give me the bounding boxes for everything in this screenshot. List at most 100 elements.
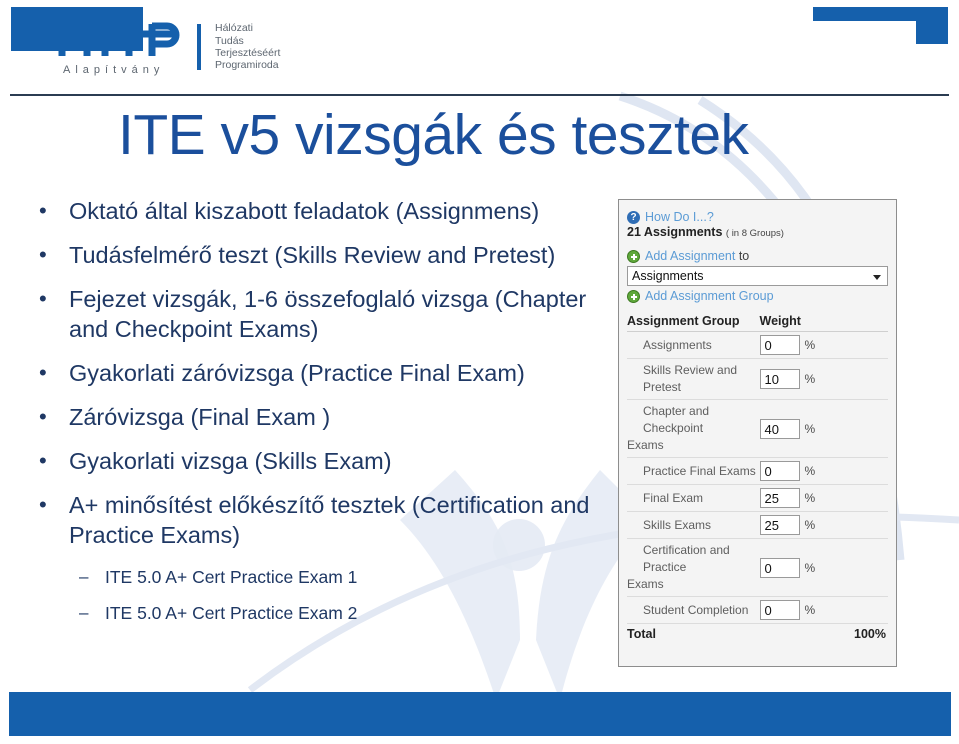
percent-symbol: %	[804, 518, 816, 532]
bullet-marker: •	[39, 242, 47, 267]
percent-symbol: %	[804, 560, 816, 575]
assignments-count-value: 21 Assignments	[627, 225, 723, 239]
bullet-marker: –	[79, 567, 89, 586]
row-weight: 0%	[757, 596, 888, 624]
add-assignment-suffix: to	[735, 249, 750, 263]
table-row: Practice Final Exams 0%	[627, 457, 888, 485]
http-glyph-icon	[58, 22, 180, 56]
table-row: Final Exam 25%	[627, 484, 888, 512]
header-divider-rule	[10, 94, 949, 96]
percent-symbol: %	[804, 491, 816, 505]
logo-subtitle: Alapítvány	[63, 64, 165, 76]
list-item-label: Záróvizsga (Final Exam )	[69, 404, 331, 430]
percent-symbol: %	[804, 603, 816, 617]
row-weight: 40%	[757, 399, 888, 458]
list-item-label: Oktató által kiszabott feladatok (Assign…	[69, 198, 540, 224]
list-item-label: ITE 5.0 A+ Cert Practice Exam 2	[105, 603, 358, 623]
weight-input[interactable]: 0	[759, 557, 800, 578]
list-item-label: A+ minősítést előkészítő tesztek (Certif…	[69, 492, 590, 548]
list-item-label: ITE 5.0 A+ Cert Practice Exam 1	[105, 567, 358, 587]
list-item: • Gyakorlati záróvizsga (Practice Final …	[33, 358, 611, 388]
percent-symbol: %	[804, 421, 816, 436]
table-total-row: Total 100%	[627, 623, 888, 644]
bullet-list: • Oktató által kiszabott feladatok (Assi…	[33, 196, 611, 636]
frame-corner-top-left-stem	[11, 7, 43, 44]
add-assignment-group-link[interactable]: Add Assignment Group	[645, 289, 774, 303]
table-row: Assignments 0%	[627, 331, 888, 359]
total-value: 100%	[757, 623, 888, 644]
row-weight: 25%	[757, 484, 888, 512]
assignment-group-select[interactable]: Assignments	[627, 266, 888, 286]
row-name: Student Completion	[627, 596, 758, 624]
percent-symbol: %	[804, 464, 816, 478]
add-assignment-row[interactable]: Add Assignment to	[627, 249, 888, 263]
weight-input[interactable]: 40	[759, 418, 800, 439]
percent-symbol: %	[804, 372, 816, 386]
weight-input[interactable]: 0	[759, 335, 800, 355]
assignment-group-select-value: Assignments	[632, 269, 704, 283]
assignments-weights-panel: ? How Do I...? 21 Assignments ( in 8 Gro…	[618, 199, 897, 667]
logo: Alapítvány Hálózati Tudás Terjesztéséért…	[57, 18, 280, 76]
weight-input[interactable]: 10	[759, 369, 800, 389]
list-item-label: Fejezet vizsgák, 1-6 összefoglaló vizsga…	[69, 286, 587, 342]
list-item: • Záróvizsga (Final Exam )	[33, 402, 611, 432]
row-name: Skills Exams	[627, 511, 758, 539]
bullet-marker: •	[39, 360, 47, 385]
column-header-weight: Weight	[757, 313, 888, 332]
row-weight: 0%	[757, 331, 888, 359]
list-item: – ITE 5.0 A+ Cert Practice Exam 1	[33, 564, 611, 590]
weight-input[interactable]: 0	[759, 600, 800, 620]
list-item-label: Gyakorlati vizsga (Skills Exam)	[69, 448, 392, 474]
list-item: • A+ minősítést előkészítő tesztek (Cert…	[33, 490, 611, 550]
row-name: Assignments	[627, 331, 758, 359]
list-item: – ITE 5.0 A+ Cert Practice Exam 2	[33, 600, 611, 626]
how-do-i-label: How Do I...?	[645, 210, 714, 224]
help-question-icon: ?	[627, 210, 640, 224]
row-name: Certification and Practice Exams	[627, 538, 758, 597]
list-item: • Oktató által kiszabott feladatok (Assi…	[33, 196, 611, 226]
chevron-down-icon	[873, 275, 881, 280]
frame-corner-top-right-stem	[916, 7, 948, 44]
row-name: Final Exam	[627, 484, 758, 512]
how-do-i-link[interactable]: ? How Do I...?	[627, 210, 888, 224]
slide: Alapítvány Hálózati Tudás Terjesztéséért…	[0, 0, 959, 744]
list-item: • Fejezet vizsgák, 1-6 összefoglaló vizs…	[33, 284, 611, 344]
page-title: ITE v5 vizsgák és tesztek	[118, 103, 749, 167]
column-header-assignment-group: Assignment Group	[627, 313, 758, 332]
row-name-head: Chapter and Checkpoint	[643, 404, 710, 435]
bullet-marker: •	[39, 448, 47, 473]
assignments-groups-value: ( in 8 Groups)	[725, 228, 784, 239]
percent-symbol: %	[804, 338, 816, 352]
row-name: Skills Review and Pretest	[627, 358, 758, 400]
add-assignment-label: Add Assignment to	[645, 249, 749, 263]
row-name-tail: Exams	[627, 438, 664, 452]
weight-input[interactable]: 25	[759, 515, 800, 535]
add-assignment-group-row[interactable]: Add Assignment Group	[627, 289, 888, 303]
total-label: Total	[627, 623, 758, 644]
table-row: Skills Exams 25%	[627, 511, 888, 539]
bullet-marker: •	[39, 198, 47, 223]
logo-org-lines: Hálózati Tudás Terjesztéséért Programiro…	[215, 22, 281, 72]
logo-divider	[197, 24, 201, 70]
weight-input[interactable]: 25	[759, 488, 800, 508]
weight-input[interactable]: 0	[759, 461, 800, 481]
row-name-tail: Exams	[627, 577, 664, 591]
footer-bar	[9, 692, 951, 736]
table-row: Skills Review and Pretest 10%	[627, 358, 888, 400]
table-row: Certification and Practice Exams 0%	[627, 538, 888, 597]
add-plus-icon	[627, 289, 640, 303]
table-row: Student Completion 0%	[627, 596, 888, 624]
bullet-marker: •	[39, 286, 47, 311]
http-wordmark-icon: Alapítvány	[57, 18, 183, 76]
list-item-label: Gyakorlati záróvizsga (Practice Final Ex…	[69, 360, 525, 386]
list-item-label: Tudásfelmérő teszt (Skills Review and Pr…	[69, 242, 556, 268]
list-item: • Gyakorlati vizsga (Skills Exam)	[33, 446, 611, 476]
row-weight: 0%	[757, 457, 888, 485]
list-item: • Tudásfelmérő teszt (Skills Review and …	[33, 240, 611, 270]
table-row: Chapter and Checkpoint Exams 40%	[627, 399, 888, 458]
row-weight: 0%	[757, 538, 888, 597]
row-weight: 10%	[757, 358, 888, 400]
bullet-marker: –	[79, 603, 89, 622]
add-assignment-link[interactable]: Add Assignment	[645, 249, 735, 263]
add-plus-icon	[627, 249, 640, 263]
